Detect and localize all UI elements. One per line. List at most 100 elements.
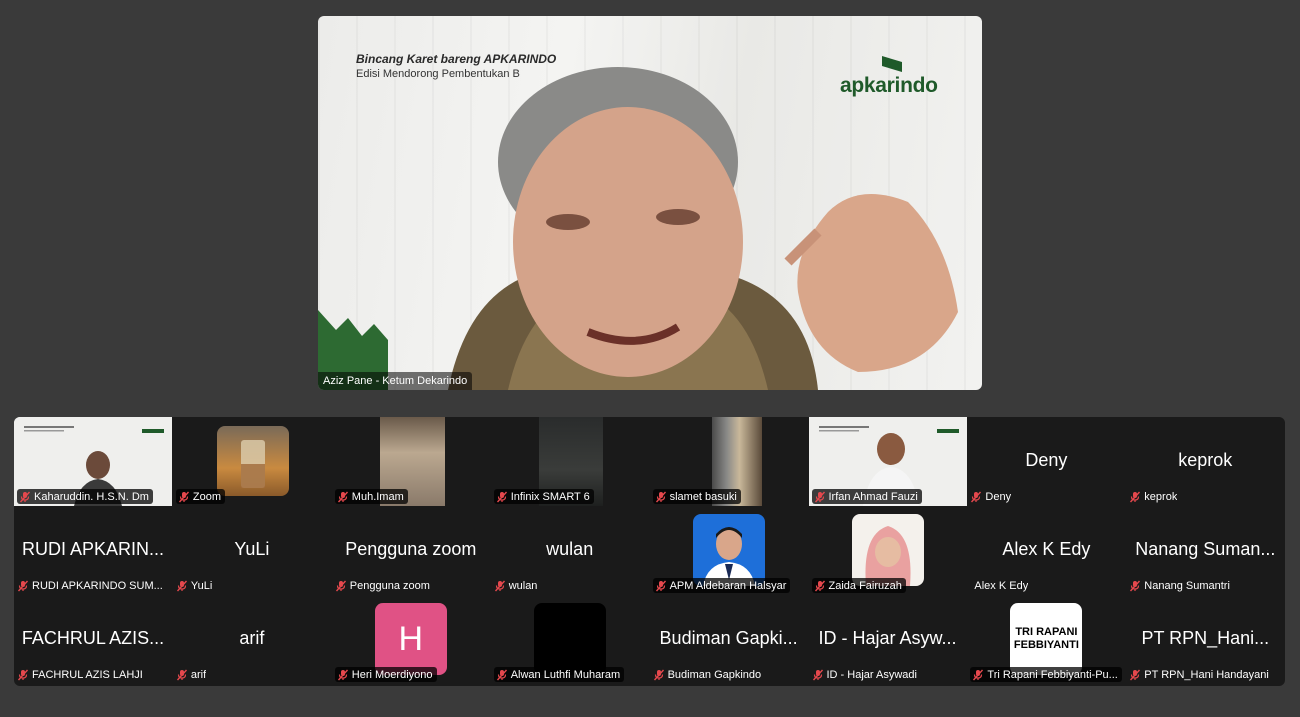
participant-name-label: Zaida Fairuzah — [811, 578, 906, 593]
participant-name-label: Tri Rapani Febbiyanti-Pu... — [970, 667, 1122, 682]
participant-tile[interactable]: TRI RAPANI FEBBIYANTI Tri Rapani Febbiyan… — [967, 595, 1125, 684]
participant-tile[interactable]: Zoom — [173, 417, 331, 506]
muted-mic-icon — [973, 669, 984, 680]
participant-name-label: Pengguna zoom — [335, 578, 430, 593]
participant-name: Irfan Ahmad Fauzi — [828, 490, 918, 503]
participant-avatar: H — [374, 603, 447, 675]
muted-mic-icon — [653, 669, 664, 680]
participant-tile[interactable]: keprok keprok — [1126, 417, 1284, 506]
participant-tile[interactable]: wulan wulan — [491, 506, 649, 595]
participant-name-label: Alex K Edy — [970, 578, 1028, 593]
muted-mic-icon — [337, 491, 348, 502]
participant-name: Muh.Imam — [351, 490, 404, 503]
participant-tile[interactable]: YuLi YuLi — [173, 506, 331, 595]
participant-display-name: Alex K Edy — [1002, 539, 1091, 559]
participant-name-label: Kaharuddin. H.S.N. Dm — [17, 489, 153, 504]
participant-display-name: FACHRUL AZIS... — [21, 628, 165, 648]
participant-display-name: Deny — [1025, 450, 1068, 470]
participant-tile[interactable]: Pengguna zoom Pengguna zoom — [332, 506, 490, 595]
participant-name: YuLi — [190, 579, 213, 592]
participant-display-name: wulan — [546, 539, 594, 559]
participant-name: FACHRUL AZIS LAHJI — [32, 668, 143, 681]
muted-mic-icon — [17, 580, 29, 591]
participant-name-label: APM Aldebaran Halsyar — [652, 578, 791, 593]
participant-name-label: slamet basuki — [652, 489, 741, 504]
participant-name: Alex K Edy — [974, 579, 1029, 592]
participant-tile[interactable]: Budiman Gapki... Budiman Gapkindo — [650, 595, 808, 684]
participant-display-name: keprok — [1178, 450, 1233, 470]
muted-mic-icon — [335, 580, 346, 591]
muted-mic-icon — [971, 491, 982, 502]
muted-mic-icon — [494, 580, 505, 591]
muted-mic-icon — [1130, 580, 1141, 591]
participant-display-name: RUDI APKARIN... — [21, 539, 165, 559]
participant-name-label: Budiman Gapkindo — [653, 667, 762, 682]
speaker-person-image — [448, 67, 958, 390]
participant-tile[interactable]: Infinix SMART 6 — [491, 417, 649, 506]
participant-tile[interactable]: APM Aldebaran Halsyar — [650, 506, 808, 595]
participant-display-name: Pengguna zoom — [345, 539, 477, 559]
muted-mic-icon — [655, 580, 666, 591]
participant-tile[interactable]: H Heri Moerdiyono — [332, 595, 490, 684]
participant-name-label: Infinix SMART 6 — [493, 489, 594, 504]
participant-name: Tri Rapani Febbiyanti-Pu... — [987, 668, 1118, 681]
participant-tile[interactable]: Muh.Imam — [332, 417, 490, 506]
participant-name-label: Irfan Ahmad Fauzi — [811, 489, 922, 504]
participant-tile[interactable]: Nanang Suman... Nanang Sumantri — [1126, 506, 1284, 595]
participant-name-label: RUDI APKARINDO SUM... — [17, 578, 163, 593]
participant-gallery: Kaharuddin. H.S.N. Dm Zoom Muh.Imam Infinix… — [14, 417, 1285, 686]
participant-tile[interactable]: RUDI APKARIN... RUDI APKARINDO SUM... — [14, 506, 172, 595]
participant-name: Heri Moerdiyono — [351, 668, 433, 681]
participant-display-name: PT RPN_Hani... — [1141, 628, 1270, 648]
participant-name: wulan — [508, 579, 538, 592]
participant-display-name: Nanang Suman... — [1135, 539, 1276, 559]
participant-name-label: PT RPN_Hani Handayani — [1129, 667, 1269, 682]
muted-mic-icon — [19, 491, 31, 502]
participant-tile[interactable]: Irfan Ahmad Fauzi — [808, 417, 967, 506]
participant-tile[interactable]: ID - Hajar Asyw... ID - Hajar Asywadi — [809, 595, 967, 684]
participant-name: Nanang Sumantri — [1144, 579, 1230, 592]
participant-name-label: Zoom — [175, 489, 226, 504]
participant-tile[interactable]: FACHRUL AZIS... FACHRUL AZIS LAHJI — [14, 595, 172, 684]
participant-tile[interactable]: Deny Deny — [967, 417, 1125, 506]
participant-tile[interactable]: Alwan Luthfi Muharam — [491, 595, 649, 684]
participant-tile[interactable]: Zaida Fairuzah — [809, 506, 967, 595]
participant-name-label: wulan — [494, 578, 538, 593]
participant-name-label: Alwan Luthfi Muharam — [493, 667, 625, 682]
muted-mic-icon — [337, 669, 348, 680]
participant-name: slamet basuki — [669, 490, 737, 503]
participant-tile[interactable]: slamet basuki — [650, 417, 808, 506]
participant-name: Alwan Luthfi Muharam — [510, 668, 621, 681]
muted-mic-icon — [17, 669, 29, 680]
participant-tile[interactable]: Alex K Edy Alex K Edy — [967, 506, 1125, 595]
muted-mic-icon — [1130, 491, 1141, 502]
participant-avatar — [692, 514, 765, 586]
participant-name-label: Deny — [970, 489, 1011, 504]
participant-name-label: Heri Moerdiyono — [334, 667, 437, 682]
muted-mic-icon — [655, 491, 666, 502]
participant-tile[interactable]: PT RPN_Hani... PT RPN_Hani Handayani — [1126, 595, 1284, 684]
participant-name-label: YuLi — [176, 578, 212, 593]
participant-avatar: TRI RAPANI FEBBIYANTI — [1010, 603, 1083, 675]
avatar-card-text: TRI RAPANI FEBBIYANTI — [1013, 626, 1079, 651]
participant-name: Zoom — [192, 490, 222, 503]
participant-name: ID - Hajar Asywadi — [826, 668, 917, 681]
avatar-letter: H — [398, 619, 424, 658]
participant-tile[interactable]: arif arif — [173, 595, 331, 684]
participant-name: Pengguna zoom — [349, 579, 430, 592]
participant-display-name: arif — [239, 628, 265, 648]
participant-display-name: YuLi — [234, 539, 270, 559]
participant-display-name: Budiman Gapki... — [659, 628, 798, 648]
participant-name: PT RPN_Hani Handayani — [1144, 668, 1269, 681]
muted-mic-icon — [812, 669, 823, 680]
participant-name-label: Muh.Imam — [334, 489, 408, 504]
participant-name-label: ID - Hajar Asywadi — [812, 667, 917, 682]
participant-name: Zaida Fairuzah — [828, 579, 902, 592]
participant-name: Budiman Gapkindo — [667, 668, 762, 681]
participant-name-label: FACHRUL AZIS LAHJI — [17, 667, 143, 682]
participant-avatar — [851, 514, 924, 586]
participant-name-label: Nanang Sumantri — [1129, 578, 1230, 593]
participant-name: APM Aldebaran Halsyar — [669, 579, 787, 592]
active-speaker-video[interactable]: Bincang Karet bareng APKARINDO Edisi Men… — [318, 16, 982, 390]
participant-tile[interactable]: Kaharuddin. H.S.N. Dm — [14, 417, 172, 506]
